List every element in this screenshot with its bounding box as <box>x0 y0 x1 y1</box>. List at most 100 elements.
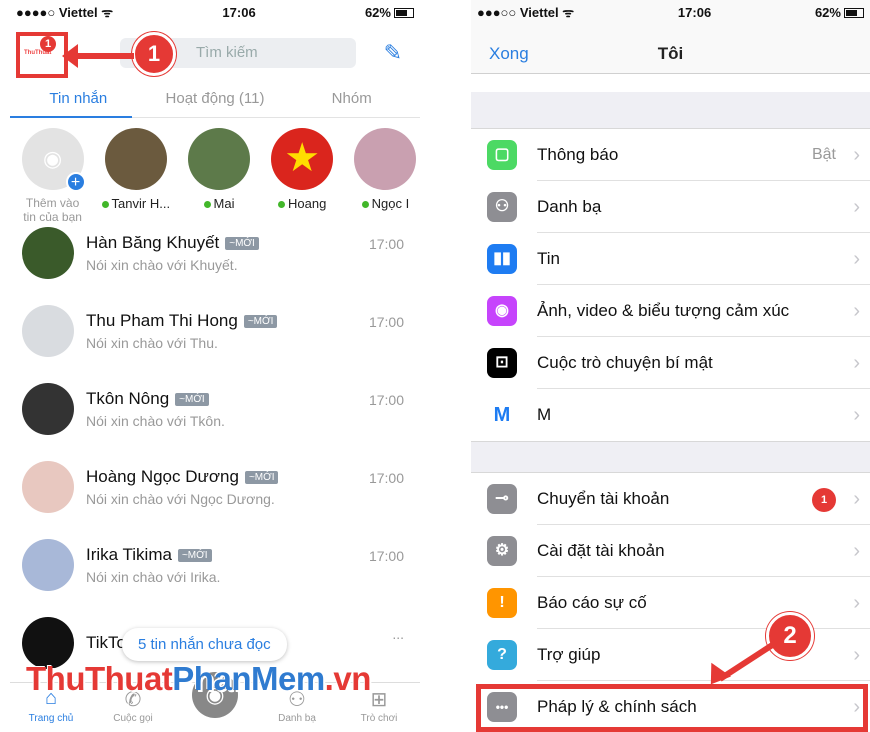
highlight-legal-row <box>476 684 868 732</box>
avatar-badge: 1 <box>40 36 56 52</box>
clock: 17:06 <box>222 4 256 20</box>
contact-name: Hàn Băng Khuyết ~MỚI <box>86 233 259 253</box>
stories-row: ◉ + Thêm vào tin của bạn Tanvir H... Mai… <box>10 118 420 224</box>
tab-groups[interactable]: Nhóm <box>283 80 420 117</box>
story-item[interactable]: Ngọc I <box>351 128 420 214</box>
carrier-label: ●●●○○ Viettel ᯤ <box>477 5 575 20</box>
story-label: Tanvir H... <box>111 196 171 211</box>
new-badge: ~MỚI <box>175 393 209 407</box>
nav-label: Trang chủ <box>28 713 74 724</box>
chevron-right-icon: › <box>853 143 860 166</box>
callout-arrow-1 <box>72 53 134 59</box>
story-item[interactable]: Tanvir H... <box>101 128 170 214</box>
page-title: Tôi <box>657 44 684 63</box>
tab-activity[interactable]: Hoạt động (11) <box>147 80 284 117</box>
chevron-right-icon: › <box>853 299 860 322</box>
settings-row-notifications[interactable]: ▢ Thông báo Bật › <box>471 129 870 181</box>
message-time: 17:00 <box>368 236 404 252</box>
compose-icon[interactable]: ✎ <box>384 40 402 66</box>
story-avatar <box>188 128 250 190</box>
story-item[interactable]: ★ Hoang <box>268 128 337 214</box>
story-label: Ngọc I <box>371 196 410 211</box>
chevron-right-icon: › <box>853 643 860 666</box>
tab-indicator <box>10 116 132 118</box>
message-snippet: Nói xin chào với Irika. <box>86 569 221 585</box>
notification-icon: ▢ <box>487 140 517 170</box>
message-time: 17:00 <box>368 470 404 486</box>
clock: 17:06 <box>677 4 712 20</box>
battery-indicator: 62% <box>365 5 414 20</box>
chevron-right-icon: › <box>853 591 860 614</box>
avatar <box>22 383 74 435</box>
message-snippet: Nói xin chào với Khuyết. <box>86 257 238 273</box>
story-avatar <box>354 128 417 190</box>
new-badge: ~MỚI <box>243 315 278 329</box>
story-item[interactable]: Mai <box>184 128 253 214</box>
settings-icon: ⚙ <box>487 536 517 566</box>
message-time: 17:00 <box>368 548 404 564</box>
more-dots[interactable]: ... <box>392 626 404 642</box>
avatar <box>22 461 74 513</box>
switch-account-icon: ⊸ <box>487 484 517 514</box>
list-item[interactable]: Hàn Băng Khuyết ~MỚI Nói xin chào với Khu… <box>10 214 420 292</box>
online-dot <box>361 201 369 209</box>
row-label: Ảnh, video & biểu tượng cảm xúc <box>537 285 870 337</box>
contact-name: Tkôn Nông ~MỚI <box>86 389 225 409</box>
profile-avatar-button[interactable]: ThuThuat 1 <box>16 32 68 78</box>
list-item[interactable]: Tkôn Nông ~MỚI Nói xin chào với Tkôn. 17:… <box>10 370 420 448</box>
step-callout-1: 1 <box>132 32 176 76</box>
row-value: Bật <box>811 146 836 163</box>
settings-row-stories[interactable]: ▮▮ Tin › <box>471 233 870 285</box>
contact-name: Irika Tikima ~MỚI <box>86 545 220 565</box>
message-snippet: Nói xin chào với Ngọc Dương. <box>86 491 275 507</box>
message-snippet: Nói xin chào với Tkôn. <box>86 413 225 429</box>
chevron-right-icon: › <box>853 195 860 218</box>
story-add[interactable]: ◉ + Thêm vào tin của bạn <box>18 128 87 224</box>
stories-icon: ▮▮ <box>487 244 517 274</box>
carrier-label: ●●●●○ Viettel ᯤ <box>16 5 114 20</box>
settings-row-contacts[interactable]: ⚇ Danh bạ › <box>471 181 870 233</box>
row-label: Tin <box>537 233 870 285</box>
unread-messages-pill[interactable]: 5 tin nhắn chưa đọc <box>122 628 287 661</box>
camera-icon: ◉ <box>487 296 517 326</box>
nav-label: Danh bạ <box>278 713 316 724</box>
list-item[interactable]: Irika Tikima ~MỚI Nói xin chào với Irika.… <box>10 526 420 604</box>
row-label: M <box>537 405 552 424</box>
m-assistant-icon: M <box>487 400 517 430</box>
settings-row-secret-chat[interactable]: ⊡ Cuộc trò chuyện bí mật › <box>471 337 870 389</box>
settings-row-report[interactable]: ! Báo cáo sự cố › <box>471 577 870 629</box>
story-avatar: ★ <box>271 128 334 190</box>
settings-section-1: ▢ Thông báo Bật › ⚇ Danh bạ › ▮▮ Tin › ◉… <box>471 128 870 442</box>
list-item[interactable]: Thu Pham Thi Hong ~MỚI Nói xin chào với T… <box>10 292 420 370</box>
watermark-logo: ThuThuatPhanMem.vn <box>26 660 371 697</box>
chevron-right-icon: › <box>853 539 860 562</box>
online-dot <box>203 201 211 209</box>
callout-arrowhead-1 <box>62 44 78 68</box>
story-label: Hoang <box>288 196 327 211</box>
story-label: Mai <box>213 196 235 211</box>
row-label: Báo cáo sự cố <box>537 577 870 629</box>
camera-icon: ◉ <box>42 146 63 171</box>
clipped-row <box>471 74 870 92</box>
settings-row-account-settings[interactable]: ⚙ Cài đặt tài khoản › <box>471 525 870 577</box>
nav-label: Cuộc gọi <box>113 713 153 724</box>
contact-name: Hoàng Ngọc Dương ~MỚI <box>86 467 279 487</box>
step-callout-2: 2 <box>766 612 814 660</box>
settings-row-switch-account[interactable]: ⊸ Chuyển tài khoản 1 › <box>471 473 870 525</box>
story-avatar <box>104 128 167 190</box>
battery-indicator: 62% <box>815 5 864 20</box>
nav-label: Trò chơi <box>360 713 398 724</box>
avatar <box>22 227 74 279</box>
settings-row-m[interactable]: M M › <box>471 389 870 441</box>
list-item[interactable]: Hoàng Ngọc Dương ~MỚI Nói xin chào với Ng… <box>10 448 420 526</box>
settings-row-media[interactable]: ◉ Ảnh, video & biểu tượng cảm xúc › <box>471 285 870 337</box>
new-badge: ~MỚI <box>225 237 259 251</box>
search-placeholder: Tìm kiếm <box>196 44 258 61</box>
tab-messages[interactable]: Tin nhắn <box>10 80 147 117</box>
message-time: 17:00 <box>368 392 404 408</box>
lock-icon: ⊡ <box>487 348 517 378</box>
row-label: Cài đặt tài khoản <box>537 525 870 577</box>
notification-badge: 1 <box>812 488 836 512</box>
